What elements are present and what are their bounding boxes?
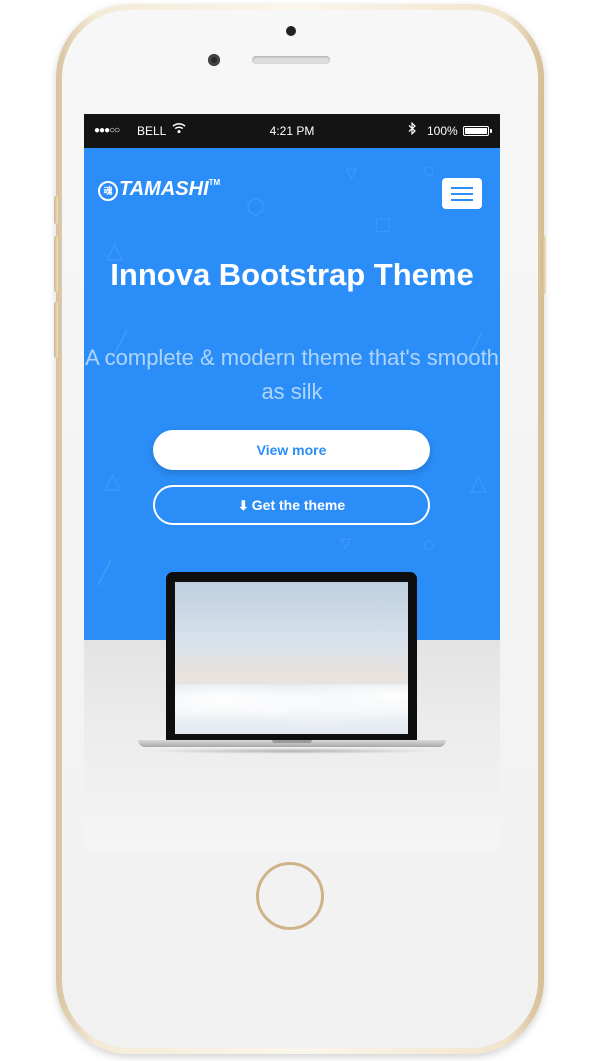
decorative-triangle-icon: ▿ [346,160,358,185]
decorative-circle-icon: ○ [422,158,436,183]
battery-percent: 100% [427,124,458,138]
brand-logo[interactable]: 魂 TAMASHITM [98,178,220,201]
trademark-symbol: TM [208,178,221,187]
decorative-triangle-icon: ▿ [340,530,352,555]
mute-switch [54,196,58,224]
bluetooth-icon [408,121,416,138]
laptop-notch [272,740,312,743]
decorative-circle-icon: ○ [422,532,436,557]
front-camera [208,54,220,66]
hero-subtitle: A complete & modern theme that's smooth … [85,345,499,404]
laptop-screen-image [175,582,408,734]
get-theme-label: Get the theme [251,497,346,513]
decorative-triangle-icon: △ [104,468,121,493]
battery-level [465,128,487,134]
download-icon: ⬇ [237,498,249,513]
volume-down-button [54,302,58,358]
hero-section: ▿ ○ ⬡ □ △ ╱ ╱ △ △ ▿ ○ ╱ 魂 TAMASHITM Innov… [84,148,500,640]
status-bar: ●●●○○ BELL 4:21 PM 100% [84,114,500,148]
laptop-shadow [144,748,440,754]
phone-screen: ●●●○○ BELL 4:21 PM 100% ▿ ○ ⬡ □ △ ╱ ╱ △ … [84,114,500,850]
clouds-image [175,684,408,734]
hamburger-menu-button[interactable] [442,178,482,209]
view-more-button[interactable]: View more [153,430,430,470]
proximity-sensor [286,26,296,36]
hero-title: Innova Bootstrap Theme [110,257,474,292]
home-button[interactable] [256,862,324,930]
decorative-hexagon-icon: ⬡ [246,194,266,219]
decorative-triangle-icon: △ [470,470,487,495]
power-button [542,236,546,294]
decorative-square-icon: □ [376,212,390,237]
earpiece-speaker [252,56,330,64]
brand-name: TAMASHI [119,178,209,200]
decorative-line-icon: ╱ [98,560,112,585]
get-theme-button[interactable]: ⬇ Get the theme [153,485,430,525]
battery-icon [463,126,492,136]
volume-up-button [54,236,58,292]
brand-mark-icon: 魂 [98,181,118,201]
